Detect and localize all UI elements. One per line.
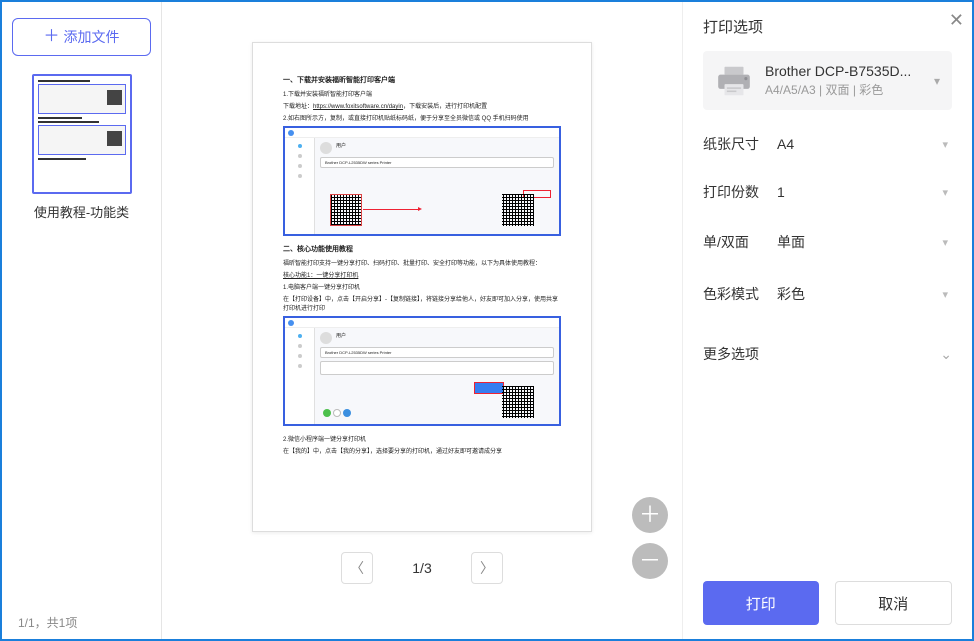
thumbnail-label: 使用教程-功能类 (12, 202, 151, 221)
chevron-down-icon: ▾ (942, 186, 948, 199)
prev-page-button[interactable]: 〈 (341, 552, 373, 584)
printer-capabilities: A4/A5/A3 | 双面 | 彩色 (765, 81, 922, 98)
copies-label: 打印份数 (703, 182, 773, 202)
pager: 〈 1/3 〉 (341, 552, 503, 584)
doc-screenshot-2: 用户 Brother DCP-L2535DW series Printer (283, 316, 561, 426)
left-footer-count: 1/1，共1项 (12, 614, 151, 631)
paper-size-select[interactable]: A4 ▾ (773, 130, 952, 158)
plus-icon: ＋ (43, 29, 59, 45)
more-options-toggle[interactable]: 更多选项 ⌄ (703, 338, 952, 370)
color-mode-select[interactable]: 彩色 ▾ (773, 278, 952, 310)
print-options-panel: ✕ 打印选项 Brother DCP-B7535D... A4/A5/A3 | … (682, 2, 972, 639)
panel-title: 打印选项 (703, 16, 952, 37)
duplex-label: 单/双面 (703, 232, 773, 252)
duplex-select[interactable]: 单面 ▾ (773, 226, 952, 258)
color-mode-label: 色彩模式 (703, 284, 773, 304)
chevron-down-icon: ▾ (942, 138, 948, 151)
zoom-out-button[interactable]: － (632, 543, 668, 579)
add-file-label: 添加文件 (64, 27, 120, 47)
app-window: ＋ 添加文件 使用教程-功能类 1/1，共1项 一、下载并安装福昕智能打印客户端… (0, 0, 974, 641)
chevron-down-icon: ▾ (942, 288, 948, 301)
preview-panel: 一、下载并安装福昕智能打印客户端 1.下载并安装福昕智能打印客户端 下载地址：h… (162, 2, 682, 639)
printer-icon (715, 65, 753, 97)
paper-size-label: 纸张尺寸 (703, 134, 773, 154)
page-indicator: 1/3 (397, 560, 447, 576)
page-thumbnail[interactable] (32, 74, 132, 194)
zoom-in-button[interactable]: ＋ (632, 497, 668, 533)
close-icon: ✕ (949, 10, 964, 30)
footer-buttons: 打印 取消 (703, 581, 952, 625)
zoom-controls: ＋ － (632, 497, 668, 579)
page-preview: 一、下载并安装福昕智能打印客户端 1.下载并安装福昕智能打印客户端 下载地址：h… (252, 42, 592, 532)
next-page-button[interactable]: 〉 (471, 552, 503, 584)
copies-input[interactable]: 1 ▾ (773, 178, 952, 206)
chevron-down-icon: ▾ (934, 74, 940, 88)
chevron-down-icon: ▾ (942, 236, 948, 249)
add-file-button[interactable]: ＋ 添加文件 (12, 18, 151, 56)
left-panel: ＋ 添加文件 使用教程-功能类 1/1，共1项 (2, 2, 162, 639)
printer-name: Brother DCP-B7535D... (765, 63, 922, 79)
more-options-label: 更多选项 (703, 344, 759, 364)
chevron-down-icon: ⌄ (940, 346, 952, 363)
duplex-row: 单/双面 单面 ▾ (703, 226, 952, 258)
copies-row: 打印份数 1 ▾ (703, 178, 952, 206)
close-button[interactable]: ✕ (949, 10, 964, 31)
printer-selector[interactable]: Brother DCP-B7535D... A4/A5/A3 | 双面 | 彩色… (703, 51, 952, 110)
paper-size-row: 纸张尺寸 A4 ▾ (703, 130, 952, 158)
doc-screenshot-1: 用户 Brother DCP-L2535DW series Printer (283, 126, 561, 236)
cancel-button[interactable]: 取消 (835, 581, 953, 625)
print-button[interactable]: 打印 (703, 581, 819, 625)
color-mode-row: 色彩模式 彩色 ▾ (703, 278, 952, 310)
